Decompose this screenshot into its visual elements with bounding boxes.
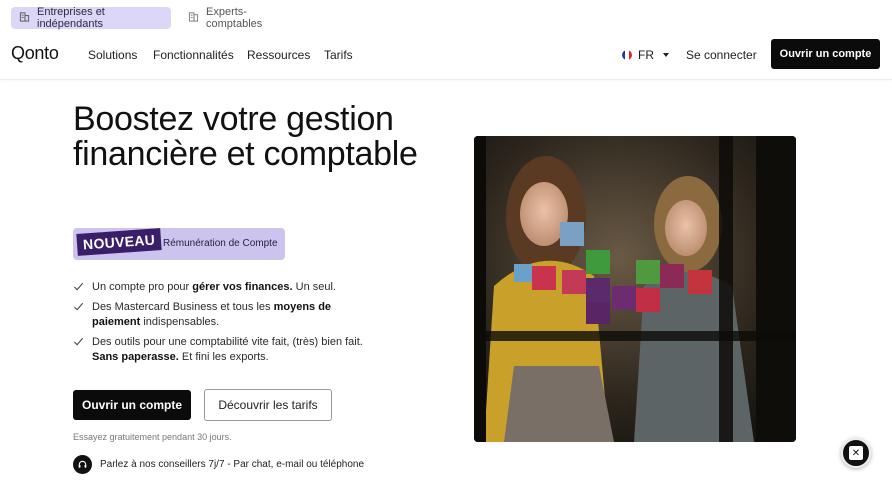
headset-icon xyxy=(73,455,92,474)
language-label: FR xyxy=(638,48,654,62)
benefit-text: Des outils pour une comptabilité vite fa… xyxy=(92,336,363,348)
segment-accountants[interactable]: Experts-comptables xyxy=(180,6,310,30)
nav-item-resources[interactable]: Ressources xyxy=(247,48,310,62)
benefit-text: Un seul. xyxy=(292,281,336,293)
segment-businesses[interactable]: Entreprises et indépendants xyxy=(11,6,171,30)
discover-pricing-button[interactable]: Découvrir les tarifs xyxy=(204,389,332,421)
list-item: Des outils pour une comptabilité vite fa… xyxy=(73,335,363,365)
new-feature-badge[interactable]: NOUVEAU Rémunération de Compte xyxy=(73,228,285,260)
main-navigation: Qonto Solutions Fonctionnalités Ressourc… xyxy=(0,36,892,80)
list-item: Un compte pro pour gérer vos finances. U… xyxy=(73,280,363,295)
close-icon: ✕ xyxy=(849,446,863,460)
hero-photo xyxy=(474,136,796,442)
benefits-list: Un compte pro pour gérer vos finances. U… xyxy=(73,280,363,370)
audience-switcher: Entreprises et indépendants Experts-comp… xyxy=(0,0,892,36)
segment-businesses-label: Entreprises et indépendants xyxy=(37,6,105,30)
benefit-text: Des Mastercard Business et tous les xyxy=(92,301,274,313)
language-selector[interactable]: FR xyxy=(622,48,669,62)
check-icon xyxy=(73,302,84,311)
nav-item-features[interactable]: Fonctionnalités xyxy=(153,48,234,62)
chat-widget-button[interactable]: ✕ xyxy=(841,438,871,468)
badge-feature-text: Rémunération de Compte xyxy=(163,238,278,249)
list-item: Des Mastercard Business et tous les moye… xyxy=(73,300,363,330)
badge-new-label: NOUVEAU xyxy=(76,228,162,256)
check-icon xyxy=(73,337,84,346)
benefit-text: Et fini les exports. xyxy=(178,351,269,363)
trial-note: Essayez gratuitement pendant 30 jours. xyxy=(73,432,232,442)
open-account-button[interactable]: Ouvrir un compte xyxy=(73,390,191,420)
building-icon xyxy=(19,11,30,25)
nav-item-pricing[interactable]: Tarifs xyxy=(324,48,353,62)
segment-accountants-label: Experts-comptables xyxy=(206,6,263,30)
advisor-text: Parlez à nos conseillers 7j/7 - Par chat… xyxy=(100,459,365,470)
france-flag-icon xyxy=(622,50,632,60)
logo[interactable]: Qonto xyxy=(11,43,59,64)
check-icon xyxy=(73,282,84,291)
login-link[interactable]: Se connecter xyxy=(686,48,757,62)
benefit-text: Un compte pro pour xyxy=(92,281,193,293)
office-icon xyxy=(188,11,199,25)
benefit-highlight: Sans paperasse. xyxy=(92,351,179,363)
advisor-contact[interactable]: Parlez à nos conseillers 7j/7 - Par chat… xyxy=(73,455,364,474)
benefit-highlight: gérer vos finances. xyxy=(192,281,293,293)
hero-title: Boostez votre gestion financière et comp… xyxy=(73,100,418,173)
benefit-text: indispensables. xyxy=(140,316,220,328)
open-account-button-nav[interactable]: Ouvrir un compte xyxy=(771,39,880,69)
nav-item-solutions[interactable]: Solutions xyxy=(88,48,137,62)
chevron-down-icon xyxy=(663,53,669,57)
